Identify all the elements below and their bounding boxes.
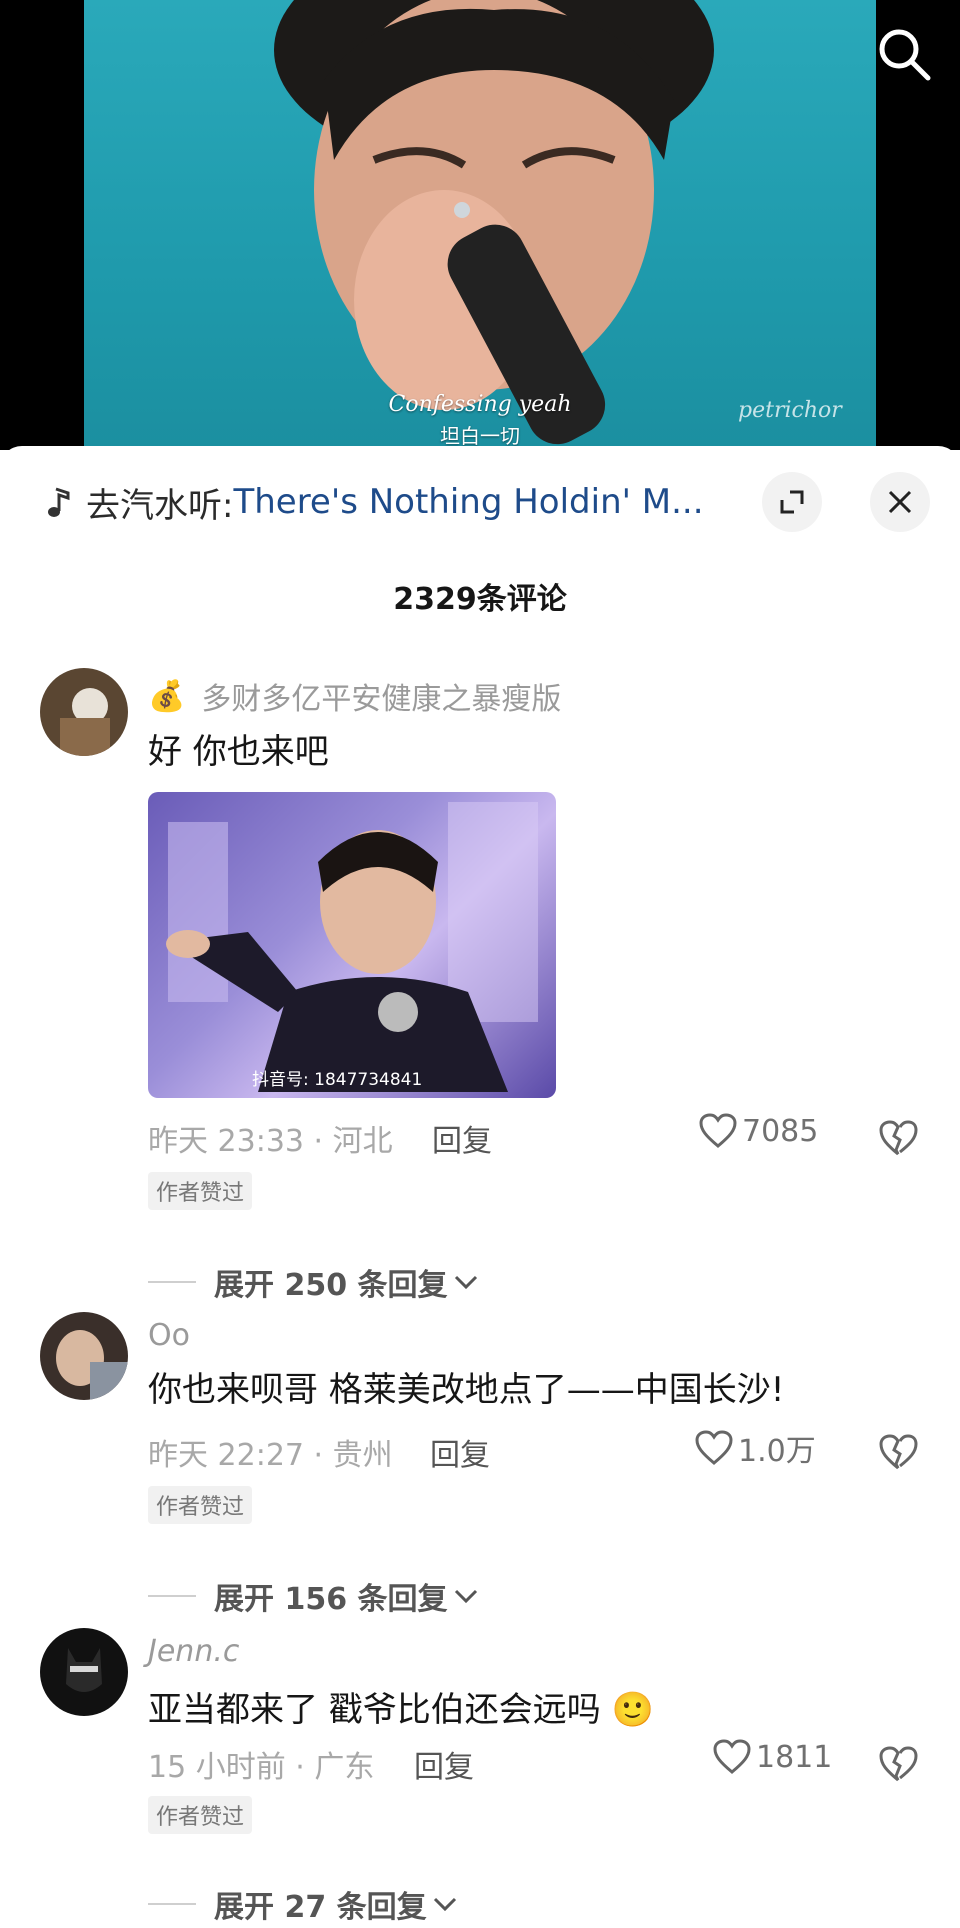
broken-heart-icon[interactable] [876,1116,920,1160]
expand-replies-text: 展开 156 条回复 [214,1582,448,1617]
avatar[interactable] [40,1312,128,1400]
comment-username[interactable]: Oo [148,1318,190,1353]
comment-text-body: 亚当都来了 戳爷比伯还会远吗 [148,1690,601,1730]
expand-replies-button[interactable]: 展开 27 条回复 [148,1882,459,1926]
video-player[interactable]: Confessing yeah 坦白一切 petrichor [0,0,960,450]
reply-button[interactable]: 回复 [430,1430,490,1474]
video-watermark: petrichor [738,398,842,423]
comment-time-location: 昨天 23:33 · 河北 [148,1124,393,1159]
like-count: 1.0万 [738,1434,816,1469]
smile-emoji-icon: 🙂 [611,1690,654,1730]
comment-username[interactable]: Jenn.c [148,1634,239,1669]
divider-dash [148,1903,196,1905]
reply-button[interactable]: 回复 [432,1116,492,1160]
music-song-title: There's Nothing Holdin' M... [233,482,704,522]
author-liked-badge: 作者赞过 [148,1486,253,1524]
video-frame [84,0,876,450]
broken-heart-icon[interactable] [876,1742,920,1786]
close-icon [888,490,912,514]
avatar[interactable] [40,1628,128,1716]
comment-text: 你也来呗哥 格莱美改地点了——中国长沙! [148,1370,785,1410]
music-link-prefix: 去汽水听: [86,485,234,526]
author-liked-badge: 作者赞过 [148,1796,253,1834]
heart-icon [713,1739,751,1774]
comment-image[interactable]: 抖音号: 1847734841 [148,792,556,1098]
expand-replies-text: 展开 250 条回复 [214,1268,448,1303]
expand-screen-button[interactable] [762,472,822,532]
like-count: 7085 [742,1113,819,1149]
expand-icon [780,490,804,514]
comment-count: 2329条评论 [393,582,567,617]
image-watermark: 抖音号: 1847734841 [252,1070,423,1090]
video-singer-image [274,0,714,445]
comment-time-location: 昨天 22:27 · 贵州 [148,1438,393,1473]
avatar[interactable] [40,668,128,756]
money-bag-icon: 💰 [148,678,186,714]
like-button[interactable]: 1.0万 [694,1426,816,1470]
comment-time-location: 15 小时前 · 广东 [148,1750,375,1785]
expand-replies-text: 展开 27 条回复 [214,1890,427,1925]
like-button[interactable]: 7085 [698,1112,818,1150]
music-link[interactable]: 去汽水听: There's Nothing Holdin' M... [44,480,744,526]
chevron-down-icon [454,1589,477,1604]
comment-image-art [166,802,538,1092]
divider-dash [148,1595,196,1597]
author-liked-badge: 作者赞过 [148,1172,253,1210]
like-button[interactable]: 1811 [712,1738,832,1776]
subtitle-chinese: 坦白一切 [440,424,520,448]
divider-dash [148,1281,196,1283]
like-count: 1811 [756,1739,833,1775]
search-icon[interactable] [872,22,936,86]
heart-icon [699,1113,737,1148]
chevron-down-icon [454,1275,477,1290]
expand-replies-button[interactable]: 展开 250 条回复 [148,1260,480,1304]
comment-sheet: 去汽水听: There's Nothing Holdin' M... 2329条… [0,446,960,1928]
comment-username[interactable]: 💰 多财多亿平安健康之暴瘦版 [148,674,561,718]
music-note-icon [48,487,70,517]
expand-replies-button[interactable]: 展开 156 条回复 [148,1574,480,1618]
chevron-down-icon [433,1897,456,1912]
comment-text: 亚当都来了 戳爷比伯还会远吗 🙂 [148,1682,654,1731]
broken-heart-icon[interactable] [876,1430,920,1474]
reply-button[interactable]: 回复 [414,1742,474,1786]
heart-icon [695,1430,733,1465]
close-button[interactable] [870,472,930,532]
username-text: 多财多亿平安健康之暴瘦版 [201,682,562,717]
comment-text: 好 你也来吧 [148,732,329,772]
